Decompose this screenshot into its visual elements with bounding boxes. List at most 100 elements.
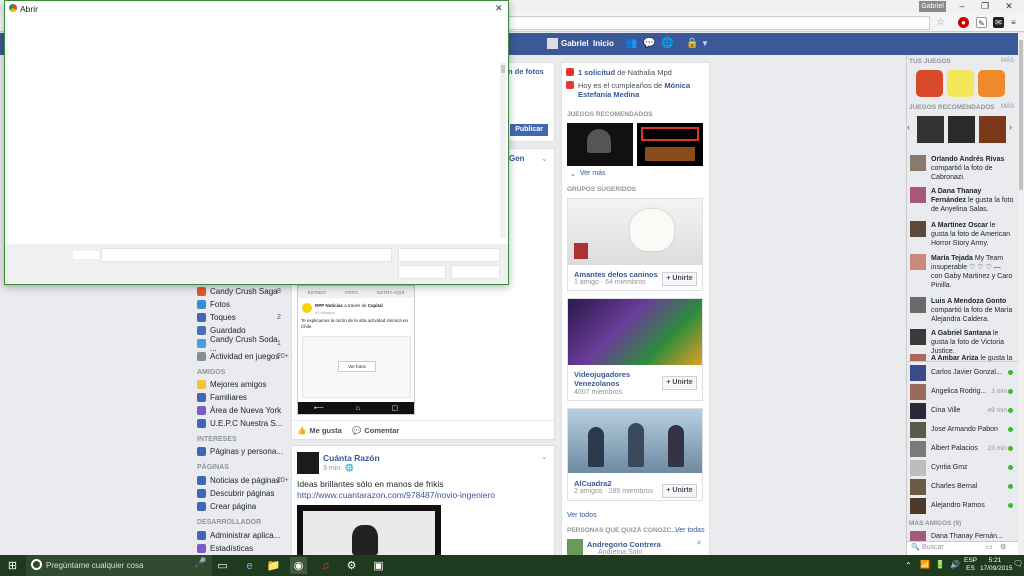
- group-cover-band[interactable]: [568, 409, 702, 473]
- home-link[interactable]: Inicio: [593, 39, 614, 48]
- microphone-icon[interactable]: 🎤: [194, 558, 206, 569]
- nav-item-pages-feed[interactable]: Noticias de páginas 20+: [197, 474, 289, 487]
- post-time[interactable]: 3 min: [323, 465, 340, 472]
- group-name[interactable]: Amantes delos caninos: [574, 270, 658, 279]
- close-window-button[interactable]: ✕: [998, 0, 1020, 13]
- chevron-left-icon[interactable]: ‹: [907, 122, 910, 132]
- post-link[interactable]: http://www.cuantarazon.com/978487/novio-…: [297, 490, 495, 500]
- cancel-button[interactable]: [451, 265, 500, 279]
- settings-icon[interactable]: ⚙: [1000, 543, 1006, 551]
- dialog-scrollbar-thumb[interactable]: [501, 65, 505, 73]
- windows-start-icon[interactable]: ⊞: [4, 557, 21, 574]
- page-scrollbar-thumb[interactable]: [1019, 40, 1023, 190]
- maximize-button[interactable]: ❐: [974, 0, 996, 13]
- nav-item-family[interactable]: Familiares: [197, 391, 285, 404]
- task-view-icon[interactable]: ▭: [214, 557, 231, 574]
- nav-item-pages-people[interactable]: Páginas y persona...: [197, 445, 285, 458]
- nav-item-candy-crush[interactable]: Candy Crush Saga 8: [197, 285, 285, 298]
- pymk-name[interactable]: Andregorio Contrera: [587, 540, 661, 549]
- ticker-item[interactable]: A Martínez Oscar le gusta la foto de Ame…: [910, 221, 1014, 248]
- ticker-item[interactable]: Luis A Mendoza Gonto compartió la foto d…: [910, 297, 1014, 324]
- nav-item-candy-soda[interactable]: Candy Crush Soda ... 1: [197, 335, 285, 353]
- group-cover-games[interactable]: [568, 299, 702, 365]
- game-battle-city[interactable]: [637, 123, 703, 166]
- chevron-down-icon[interactable]: ▼: [701, 39, 709, 48]
- app-window-icon[interactable]: ▣: [370, 557, 387, 574]
- chevron-up-icon[interactable]: ⌃: [905, 561, 912, 570]
- post-author[interactable]: Cuánta Razón: [323, 453, 380, 463]
- chrome-taskbar-icon[interactable]: ◉: [290, 557, 307, 574]
- nav-item-photos[interactable]: Fotos: [197, 298, 285, 311]
- chevron-right-icon[interactable]: ›: [1009, 122, 1012, 132]
- cuanta-razon-avatar[interactable]: [297, 452, 319, 474]
- group-name[interactable]: Videojugadores Venezolanos: [574, 370, 654, 388]
- game-special-strike[interactable]: [567, 123, 633, 166]
- chat-contact[interactable]: Jose Armando Pabon: [910, 420, 1015, 439]
- file-name-input[interactable]: [101, 248, 392, 262]
- chat-contact[interactable]: Charles Bernal: [910, 477, 1015, 496]
- friend-requests-icon[interactable]: 👥: [625, 38, 637, 49]
- recommended-more[interactable]: MÁS: [1001, 104, 1014, 110]
- profile-link[interactable]: Gabriel: [561, 39, 589, 48]
- join-group-button[interactable]: + Unirte: [662, 376, 697, 390]
- notifications-icon[interactable]: 🗨: [1013, 559, 1023, 568]
- post-options-chevron-icon[interactable]: ⌄: [541, 154, 548, 163]
- notifications-icon[interactable]: 🌐: [661, 38, 673, 49]
- group-cover-puppy[interactable]: [568, 199, 702, 265]
- chat-contact[interactable]: Angelica Rodrig... 3 min: [910, 382, 1015, 401]
- chat-contact[interactable]: Alejandro Ramos: [910, 496, 1015, 515]
- address-bar[interactable]: [505, 16, 930, 30]
- battery-icon[interactable]: 🔋: [935, 560, 945, 569]
- nav-item-pokes[interactable]: Toques 2: [197, 311, 285, 324]
- nav-item-uepc[interactable]: U.E.P.C Nuestra S...: [197, 417, 285, 430]
- see-all-groups[interactable]: Ver todos: [567, 512, 597, 519]
- video-call-icon[interactable]: ▭: [986, 543, 993, 551]
- chat-contact[interactable]: Carlos Javier Gonzal...: [910, 363, 1015, 382]
- birthday-line[interactable]: Hoy es el cumpleaños de Mónica Estefanía…: [578, 81, 703, 99]
- group-name[interactable]: AlCuadra2: [574, 479, 612, 488]
- game-icon-candy[interactable]: [916, 70, 943, 97]
- comment-button[interactable]: 💬 Comentar: [352, 426, 399, 435]
- messages-icon[interactable]: 💬: [643, 38, 655, 49]
- avatar[interactable]: [547, 38, 558, 49]
- your-games-more[interactable]: MÁS: [1001, 58, 1014, 64]
- game-icon-soda[interactable]: [978, 70, 1005, 97]
- language-indicator[interactable]: ESP ES: [964, 557, 977, 573]
- nav-item-new-york[interactable]: Área de Nueva York: [197, 404, 285, 417]
- menu-icon[interactable]: ≡: [1008, 17, 1019, 28]
- nav-item-games-activity[interactable]: Actividad en juegos 20+: [197, 350, 289, 363]
- pymk-see-all[interactable]: Ver todas: [675, 527, 705, 534]
- steam-icon[interactable]: ⚙: [343, 557, 360, 574]
- ticker-item[interactable]: A Gabriel Santana le gusta la foto de Vi…: [910, 329, 1014, 355]
- chat-contact[interactable]: Cina Ville 49 min: [910, 401, 1015, 420]
- nav-item-discover-pages[interactable]: Descubrir páginas: [197, 487, 285, 500]
- post-image[interactable]: [297, 505, 441, 556]
- composer-photo-tab[interactable]: n de fotos: [508, 67, 544, 76]
- ticker-item[interactable]: Orlando Andrés Rivas compartió la foto d…: [910, 155, 1014, 182]
- chat-contact[interactable]: Cyntia Gmz: [910, 458, 1015, 477]
- mail-icon[interactable]: ✉: [993, 17, 1004, 28]
- file-explorer-icon[interactable]: 📁: [265, 557, 282, 574]
- nav-item-insights[interactable]: Estadísticas: [197, 542, 285, 555]
- volume-icon[interactable]: 🔊: [950, 560, 960, 569]
- minimize-button[interactable]: –: [951, 0, 973, 13]
- itunes-icon[interactable]: ♫: [317, 557, 334, 574]
- game-icon-rec-3[interactable]: [979, 116, 1006, 143]
- ticker-item[interactable]: A Dana Thanay Fernández le gusta la foto…: [910, 187, 1014, 214]
- game-icon-rec-1[interactable]: [917, 116, 944, 143]
- star-icon[interactable]: ☆: [936, 17, 945, 28]
- extension-red-icon[interactable]: ●: [958, 17, 969, 28]
- ticker-item[interactable]: María Tejada My Team insuperable ♡ ♡ ♡ —…: [910, 254, 1014, 290]
- wifi-icon[interactable]: 📶: [920, 560, 930, 569]
- like-button[interactable]: 👍 Me gusta: [297, 426, 342, 435]
- game-icon-rec-2[interactable]: [948, 116, 975, 143]
- nav-item-close-friends[interactable]: Mejores amigos: [197, 378, 285, 391]
- publish-button[interactable]: Publicar: [510, 124, 548, 136]
- post-options-chevron-icon[interactable]: ⌄: [541, 452, 548, 461]
- game-icon-chick[interactable]: [947, 70, 974, 97]
- nav-item-manage-apps[interactable]: Administrar aplica...: [197, 529, 285, 542]
- friend-request-line[interactable]: 1 solicitud de Nathalia Mpd: [578, 68, 672, 77]
- clock[interactable]: 5:21 17/09/2015: [980, 557, 1013, 573]
- edge-icon[interactable]: e: [241, 557, 258, 574]
- pymk-avatar[interactable]: [567, 539, 583, 555]
